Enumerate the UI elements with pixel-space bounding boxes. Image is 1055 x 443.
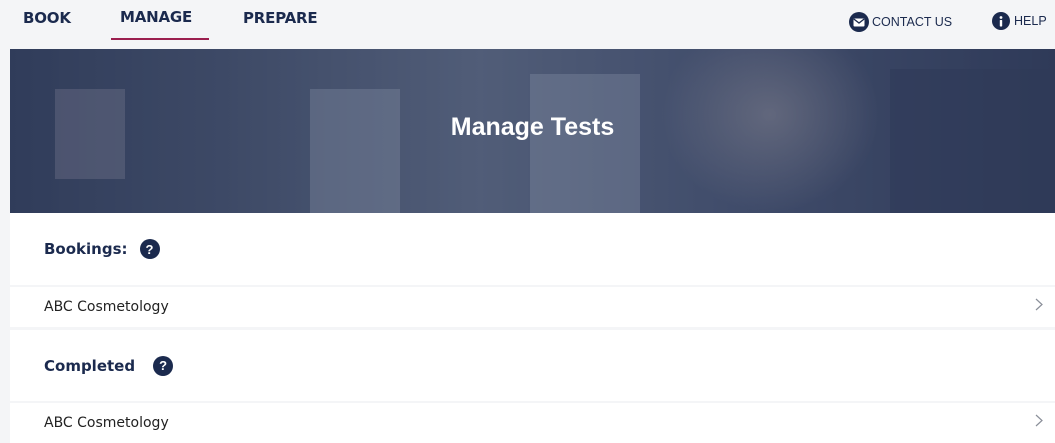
list-item-label: ABC Cosmetology (44, 299, 169, 315)
completed-section-header: Completed ? (10, 330, 1055, 401)
bookings-list-item[interactable]: ABC Cosmetology (10, 287, 1055, 327)
contact-us-link[interactable]: CONTACT US (849, 12, 952, 32)
chevron-right-icon (1035, 414, 1043, 432)
top-nav: BOOK MANAGE PREPARE CONTACT US HELP (0, 0, 1055, 49)
contact-us-label: CONTACT US (872, 15, 953, 29)
envelope-icon (849, 12, 869, 32)
completed-title: Completed (44, 356, 136, 375)
list-item-label: ABC Cosmetology (44, 415, 169, 431)
bookings-section-header: Bookings: ? (10, 213, 1055, 285)
tab-prepare[interactable]: PREPARE (243, 9, 318, 27)
tab-book[interactable]: BOOK (23, 9, 71, 27)
help-link[interactable]: HELP (992, 12, 1047, 30)
completed-list-item[interactable]: ABC Cosmetology (10, 403, 1055, 443)
page-title: Manage Tests (450, 113, 615, 141)
chevron-right-icon (1035, 298, 1043, 316)
active-tab-indicator (111, 38, 209, 40)
tab-manage[interactable]: MANAGE (120, 8, 192, 26)
question-icon[interactable]: ? (153, 355, 174, 376)
bookings-title: Bookings: (44, 240, 128, 258)
question-icon[interactable]: ? (139, 239, 160, 259)
help-label: HELP (1014, 14, 1047, 28)
hero-banner: Manage Tests (10, 49, 1055, 213)
info-icon (992, 12, 1010, 30)
